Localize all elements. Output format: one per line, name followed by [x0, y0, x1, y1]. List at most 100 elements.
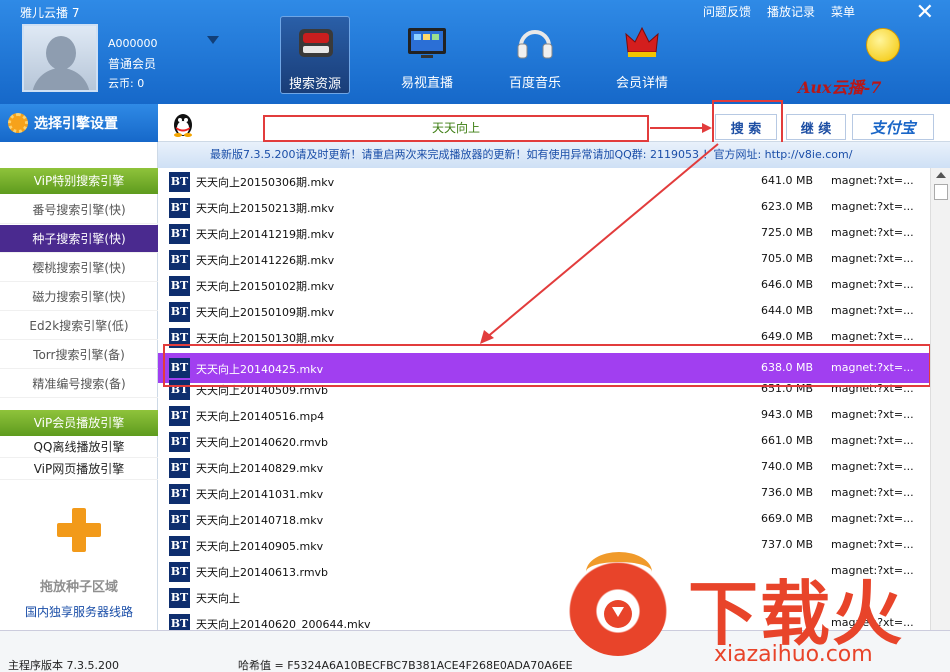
table-row[interactable]: BT 天天向上20140620.rmvb 661.0 MB magnet:?xt=..… [158, 428, 930, 454]
bt-file-icon: BT [169, 588, 190, 608]
magnet-link[interactable]: magnet:?xt=... [831, 330, 914, 343]
magnet-link[interactable]: magnet:?xt=... [831, 226, 914, 239]
file-name: 天天向上20140620_200644.mkv [196, 618, 371, 630]
scroll-thumb[interactable] [934, 184, 948, 200]
bt-file-icon: BT [169, 432, 190, 452]
file-name: 天天向上20150213期.mkv [196, 202, 335, 215]
tab-label: 易视直播 [400, 76, 453, 91]
avatar-head [46, 36, 76, 70]
bt-file-icon: BT [169, 276, 190, 296]
tab-live-tv[interactable]: 易视直播 [392, 16, 462, 94]
magnet-link[interactable]: magnet:?xt=... [831, 200, 914, 213]
annotation-arrow-diagonal [480, 143, 719, 344]
tab-label: 搜索资源 [288, 77, 341, 92]
file-name: 天天向上20140905.mkv [196, 540, 324, 553]
file-name: 天天向上20150306期.mkv [196, 176, 335, 189]
bt-file-icon: BT [169, 614, 190, 630]
file-name: 天天向上20140718.mkv [196, 514, 324, 527]
file-size: 661.0 MB [761, 434, 814, 447]
sidebar-item-vip-web[interactable]: ViP网页播放引擎 [0, 458, 158, 480]
table-row[interactable]: BT 天天向上20140718.mkv 669.0 MB magnet:?xt=... [158, 506, 930, 532]
table-row[interactable]: BT 天天向上20141031.mkv 736.0 MB magnet:?xt=... [158, 480, 930, 506]
user-info: A000000 普通会员 云币: 0 [108, 34, 158, 94]
bt-file-icon: BT [169, 562, 190, 582]
magnet-link[interactable]: magnet:?xt=... [831, 278, 914, 291]
table-row[interactable]: BT 天天向上20140829.mkv 740.0 MB magnet:?xt=... [158, 454, 930, 480]
bt-file-icon: BT [169, 250, 190, 270]
magnet-link[interactable]: magnet:?xt=... [831, 304, 914, 317]
selected-row-highlight [163, 344, 931, 387]
magnet-link[interactable]: magnet:?xt=... [831, 174, 914, 187]
magnet-link[interactable]: magnet:?xt=... [831, 512, 914, 525]
tab-label: 会员详情 [615, 76, 668, 91]
magnet-link[interactable]: magnet:?xt=... [831, 486, 914, 499]
sidebar-item-magnet[interactable]: 磁力搜索引擎(快) [0, 283, 158, 311]
file-name: 天天向上20140516.mp4 [196, 410, 325, 423]
app-header: 雅儿云播 7 问题反馈 播放记录 菜单 ✕ A000000 普通会员 云币: 0… [0, 0, 950, 104]
bt-file-icon: BT [169, 198, 190, 218]
scroll-up-icon[interactable] [936, 172, 946, 178]
torrent-drop-zone[interactable]: 拖放种子区域 国内独享服务器线路 [20, 508, 138, 620]
bt-file-icon: BT [169, 510, 190, 530]
file-name: 天天向上20141031.mkv [196, 488, 324, 501]
user-coins: 云币: 0 [108, 77, 145, 90]
table-row[interactable]: BT 天天向上20140516.mp4 943.0 MB magnet:?xt=... [158, 402, 930, 428]
continue-button[interactable]: 继 续 [786, 114, 846, 140]
avatar[interactable] [22, 24, 98, 92]
tab-search-resource[interactable]: 搜索资源 [280, 16, 350, 94]
magnet-link[interactable]: magnet:?xt=... [831, 408, 914, 421]
bt-file-icon: BT [169, 302, 190, 322]
search-input[interactable]: 天天向上 [263, 115, 649, 142]
tab-label: 百度音乐 [508, 76, 561, 91]
user-level: 普通会员 [108, 57, 157, 71]
magnet-link[interactable]: magnet:?xt=... [831, 460, 914, 473]
watermark-url: xiazaihuo.com [714, 642, 873, 667]
annotation-arrowhead [702, 123, 712, 133]
crown-icon [625, 26, 659, 57]
brand: Aux云播-7 [798, 28, 938, 100]
magnet-link[interactable]: magnet:?xt=... [831, 252, 914, 265]
sidebar-item-qq-offline[interactable]: QQ离线播放引擎 [0, 436, 158, 458]
feedback-link[interactable]: 问题反馈 [703, 3, 751, 20]
file-size: 669.0 MB [761, 512, 814, 525]
smiley-icon [866, 28, 900, 62]
watermark-logo-icon [568, 552, 668, 656]
tab-baidu-music[interactable]: 百度音乐 [500, 16, 570, 94]
bt-file-icon: BT [169, 458, 190, 478]
file-name: 天天向上20140620.rmvb [196, 436, 329, 449]
sidebar-item-cherry[interactable]: 樱桃搜索引擎(快) [0, 254, 158, 282]
file-size: 943.0 MB [761, 408, 814, 421]
hash-text: 哈希值 = F5324A6A10BECFBC7B381ACE4F268E0ADA… [238, 659, 573, 672]
tab-member-details[interactable]: 会员详情 [607, 16, 677, 94]
file-size: 649.0 MB [761, 330, 814, 343]
sidebar-item-exact-id[interactable]: 精准编号搜索(备) [0, 370, 158, 398]
close-icon[interactable]: ✕ [916, 0, 934, 25]
sidebar-item-torr[interactable]: Torr搜索引擎(备) [0, 341, 158, 369]
qq-penguin-icon[interactable] [170, 111, 196, 137]
sidebar-item-ed2k[interactable]: Ed2k搜索引擎(低) [0, 312, 158, 340]
vip-play-header: ViP会员播放引擎 [0, 410, 158, 436]
server-line-label: 国内独享服务器线路 [24, 605, 133, 619]
version-text: 主程序版本 7.3.5.200 [8, 659, 119, 672]
play-history-link[interactable]: 播放记录 [767, 3, 815, 20]
avatar-body [32, 68, 90, 90]
file-name: 天天向上20141219期.mkv [196, 228, 335, 241]
magnet-link[interactable]: magnet:?xt=... [831, 434, 914, 447]
file-name: 天天向上20140829.mkv [196, 462, 324, 475]
headphones-icon [517, 30, 553, 59]
sidebar-item-torrent[interactable]: 种子搜索引擎(快) [0, 225, 158, 253]
user-dropdown-icon[interactable] [207, 36, 219, 44]
engine-settings-button[interactable]: 选择引擎设置 [0, 104, 158, 142]
watermark: 下载火 xiazaihuo.com [562, 548, 950, 672]
file-name: 天天向上20141226期.mkv [196, 254, 335, 267]
plus-icon [57, 508, 101, 552]
vip-search-header: ViP特别搜索引擎 [0, 168, 158, 194]
search-resource-icon [299, 29, 333, 57]
annotation-arrow [650, 127, 704, 129]
alipay-button[interactable]: 支付宝 [852, 114, 934, 140]
bt-file-icon: BT [169, 484, 190, 504]
menu-link[interactable]: 菜单 [831, 3, 855, 20]
sidebar-item-fanhao[interactable]: 番号搜索引擎(快) [0, 196, 158, 224]
brand-logo: Aux云播-7 [798, 78, 882, 97]
top-links: 问题反馈 播放记录 菜单 [703, 3, 855, 20]
